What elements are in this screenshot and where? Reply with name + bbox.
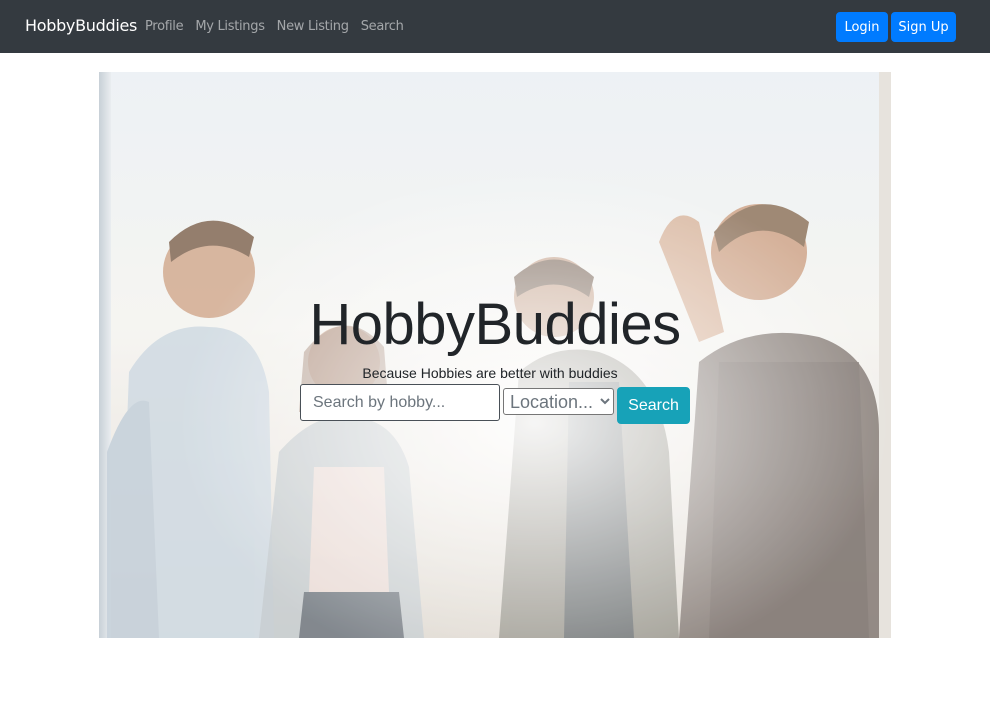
hero-tagline: Because Hobbies are better with buddies <box>362 365 618 381</box>
signup-button[interactable]: Sign Up <box>891 12 956 42</box>
location-select[interactable]: Location... <box>503 388 614 415</box>
nav-link-search[interactable]: Search <box>361 19 404 34</box>
hero-content: HobbyBuddies Because Hobbies are better … <box>99 72 891 638</box>
login-button[interactable]: Login <box>836 12 888 42</box>
nav-link-profile[interactable]: Profile <box>145 19 184 34</box>
nav-links: Profile My Listings New Listing Search <box>145 19 404 34</box>
hero-banner: HobbyBuddies Because Hobbies are better … <box>99 72 891 638</box>
nav-link-my-listings[interactable]: My Listings <box>195 19 265 34</box>
brand-logo[interactable]: HobbyBuddies <box>25 16 137 35</box>
hobby-search-input[interactable] <box>300 384 500 421</box>
search-button[interactable]: Search <box>617 387 690 424</box>
hero-title: HobbyBuddies <box>309 292 681 357</box>
top-navbar: HobbyBuddies Profile My Listings New Lis… <box>0 0 990 53</box>
nav-link-new-listing[interactable]: New Listing <box>277 19 349 34</box>
